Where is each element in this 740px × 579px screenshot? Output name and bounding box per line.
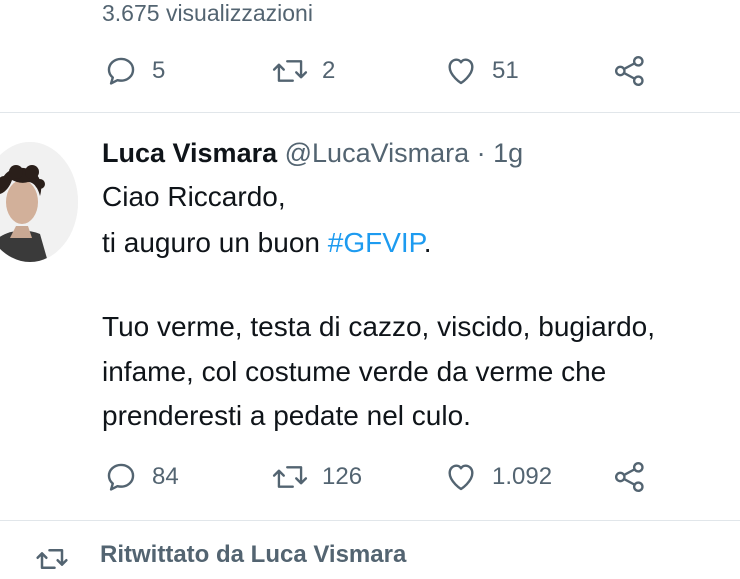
author-name[interactable]: Luca Vismara bbox=[102, 138, 277, 168]
like-count: 51 bbox=[492, 57, 519, 84]
reply-button[interactable]: 84 bbox=[104, 460, 179, 494]
divider bbox=[0, 112, 740, 113]
reply-icon bbox=[104, 54, 138, 88]
retweet-icon bbox=[272, 54, 308, 88]
retweet-button[interactable]: 2 bbox=[272, 54, 335, 88]
tweet-text-segment: ti auguro un buon bbox=[102, 227, 328, 258]
like-button[interactable]: 1.092 bbox=[444, 460, 552, 494]
retweet-icon bbox=[272, 460, 308, 494]
retweet-indicator-icon bbox=[34, 544, 70, 579]
like-count: 1.092 bbox=[492, 463, 553, 490]
reply-count: 5 bbox=[152, 57, 166, 84]
tweet-header: Luca Vismara @LucaVismara · 1g bbox=[102, 138, 523, 169]
retweet-count: 2 bbox=[322, 57, 336, 84]
tweet-text-line: prenderesti a pedate nel culo. bbox=[102, 400, 471, 431]
tweet-text-line: Tuo verme, testa di cazzo, viscido, bugi… bbox=[102, 311, 655, 342]
reply-icon bbox=[104, 460, 138, 494]
divider bbox=[0, 520, 740, 521]
tweet-time[interactable]: 1g bbox=[493, 138, 523, 168]
tweet-text-line: infame, col costume verde da verme che bbox=[102, 356, 607, 387]
reply-count: 84 bbox=[152, 463, 179, 490]
heart-icon bbox=[444, 460, 478, 494]
share-button[interactable] bbox=[612, 460, 648, 494]
retweet-count: 126 bbox=[322, 463, 363, 490]
author-handle[interactable]: @LucaVismara bbox=[285, 138, 470, 168]
retweet-note[interactable]: Ritwittato da Luca Vismara bbox=[100, 541, 406, 569]
share-button[interactable] bbox=[612, 54, 648, 88]
like-button[interactable]: 51 bbox=[444, 54, 519, 88]
heart-icon bbox=[444, 54, 478, 88]
hashtag-link[interactable]: #GFVIP bbox=[328, 227, 424, 258]
share-icon bbox=[612, 54, 648, 88]
tweet-text-line: ti auguro un buon #GFVIP. bbox=[102, 227, 432, 259]
header-separator: · bbox=[476, 138, 486, 168]
avatar-photo bbox=[0, 142, 78, 262]
share-icon bbox=[612, 460, 648, 494]
view-count: 3.675 visualizzazioni bbox=[102, 0, 313, 26]
reply-button[interactable]: 5 bbox=[104, 54, 165, 88]
retweet-button[interactable]: 126 bbox=[272, 460, 362, 494]
tweet-text-line: Ciao Riccardo, bbox=[102, 181, 286, 212]
avatar[interactable] bbox=[0, 142, 78, 262]
tweet-text-segment: . bbox=[423, 227, 432, 258]
